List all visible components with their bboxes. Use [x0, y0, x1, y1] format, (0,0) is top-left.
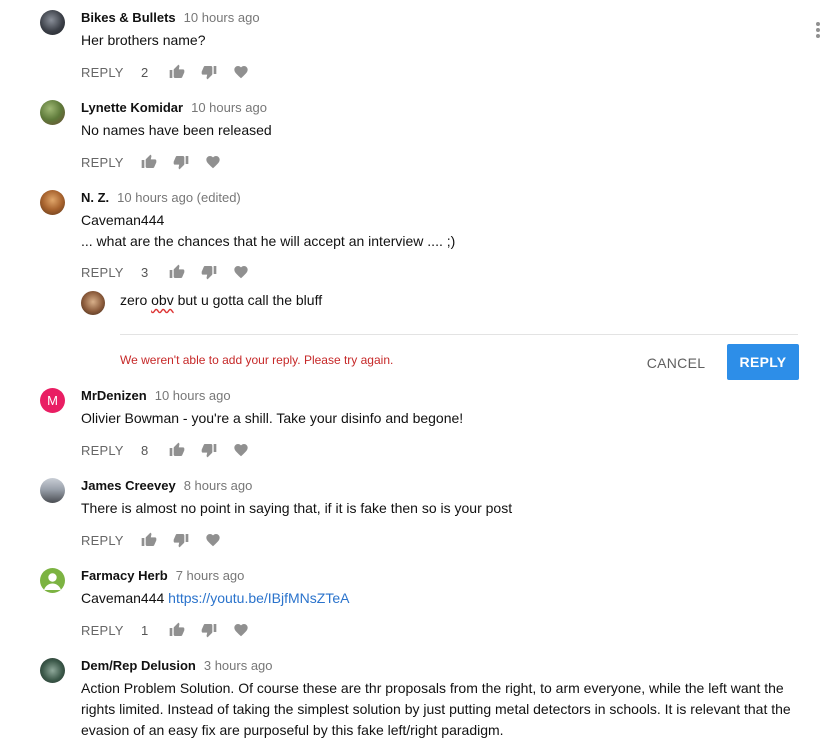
comment-link[interactable]: https://youtu.be/IBjfMNsZTeA: [168, 590, 349, 606]
comment-text: Action Problem Solution. Of course these…: [81, 680, 791, 738]
avatar[interactable]: [40, 190, 65, 215]
thumb-up-icon[interactable]: [141, 532, 173, 548]
comment: M MrDenizen 10 hours ago Olivier Bowman -…: [0, 388, 832, 463]
comment-time[interactable]: 3 hours ago: [204, 658, 273, 673]
comment-author[interactable]: Bikes & Bullets: [81, 10, 176, 25]
heart-icon[interactable]: [233, 64, 265, 80]
comment-time[interactable]: 10 hours ago: [155, 388, 231, 403]
comment-text-prefix: Caveman444: [81, 590, 169, 606]
comment-time[interactable]: 10 hours ago (edited): [117, 190, 241, 205]
heart-icon[interactable]: [205, 532, 237, 548]
heart-icon[interactable]: [233, 264, 265, 280]
like-count: 3: [141, 264, 149, 280]
comment: Lynette Komidar 10 hours ago No names hav…: [0, 100, 832, 175]
thumb-up-icon[interactable]: [141, 154, 173, 170]
thumb-down-icon[interactable]: [201, 442, 233, 458]
heart-icon[interactable]: [205, 154, 237, 170]
cancel-button[interactable]: CANCEL: [640, 347, 712, 379]
misspelled-word: obv: [151, 292, 174, 308]
thumb-down-icon[interactable]: [173, 532, 205, 548]
reply-button[interactable]: REPLY: [81, 623, 141, 638]
like-count: 1: [141, 622, 149, 638]
thumb-down-icon[interactable]: [173, 154, 205, 170]
reply-input[interactable]: zero obv but u gotta call the bluff: [120, 292, 322, 308]
avatar[interactable]: [40, 100, 65, 125]
comment-actions: REPLY 3: [81, 262, 265, 282]
thumb-up-icon[interactable]: [169, 442, 201, 458]
comment-text: No names have been released: [81, 122, 272, 138]
comment-text-line: ... what are the chances that he will ac…: [81, 233, 456, 249]
thumb-up-icon[interactable]: [169, 264, 201, 280]
reply-button[interactable]: REPLY: [81, 65, 141, 80]
comment-actions: REPLY: [81, 152, 237, 172]
comment: N. Z. 10 hours ago (edited) Caveman444 ..…: [0, 190, 832, 285]
heart-icon[interactable]: [233, 442, 265, 458]
reply-box: zero obv but u gotta call the bluff We w…: [0, 283, 832, 380]
avatar-letter: M: [47, 393, 58, 408]
thumb-down-icon[interactable]: [201, 622, 233, 638]
comment-time[interactable]: 8 hours ago: [184, 478, 253, 493]
comment-author[interactable]: MrDenizen: [81, 388, 147, 403]
avatar[interactable]: [40, 658, 65, 683]
avatar[interactable]: [40, 568, 65, 593]
comment-text-line: Caveman444: [81, 212, 165, 228]
comment: Bikes & Bullets 10 hours ago Her brothers…: [0, 10, 832, 85]
comment-author[interactable]: N. Z.: [81, 190, 109, 205]
comment-time[interactable]: 10 hours ago: [184, 10, 260, 25]
reply-input-text: but u gotta call the bluff: [173, 292, 323, 308]
thumb-up-icon[interactable]: [169, 622, 201, 638]
error-message: We weren't able to add your reply. Pleas…: [120, 353, 394, 367]
comment-author[interactable]: Dem/Rep Delusion: [81, 658, 196, 673]
comment: Farmacy Herb 7 hours ago Caveman444 https…: [0, 568, 832, 643]
comment-text: Caveman444 ... what are the chances that…: [81, 210, 791, 252]
avatar[interactable]: [40, 478, 65, 503]
comment-text: Her brothers name?: [81, 32, 206, 48]
like-count: 8: [141, 442, 149, 458]
reply-button[interactable]: REPLY: [81, 155, 141, 170]
divider: [120, 334, 798, 335]
heart-icon[interactable]: [233, 622, 265, 638]
submit-reply-button[interactable]: REPLY: [727, 344, 799, 380]
reply-input-text: zero: [120, 292, 152, 308]
thumb-down-icon[interactable]: [201, 264, 233, 280]
comment-actions: REPLY 2: [81, 62, 265, 82]
comment-author[interactable]: Lynette Komidar: [81, 100, 183, 115]
reply-button[interactable]: REPLY: [81, 533, 141, 548]
avatar: [81, 291, 105, 315]
comment-actions: REPLY 1: [81, 620, 265, 640]
comment: Dem/Rep Delusion 3 hours ago Action Probl…: [0, 658, 832, 749]
like-count: 2: [141, 64, 149, 80]
comment: James Creevey 8 hours ago There is almost…: [0, 478, 832, 553]
comment-text: Olivier Bowman - you're a shill. Take yo…: [81, 410, 464, 426]
comment-text: Caveman444 https://youtu.be/IBjfMNsZTeA: [81, 588, 791, 609]
comment-author[interactable]: Farmacy Herb: [81, 568, 168, 583]
comment-actions: REPLY 8: [81, 440, 265, 460]
reply-button[interactable]: REPLY: [81, 443, 141, 458]
comment-text: There is almost no point in saying that,…: [81, 500, 513, 516]
thumb-up-icon[interactable]: [169, 64, 201, 80]
comment-time[interactable]: 7 hours ago: [176, 568, 245, 583]
thumb-down-icon[interactable]: [201, 64, 233, 80]
comment-author[interactable]: James Creevey: [81, 478, 176, 493]
avatar[interactable]: [40, 10, 65, 35]
comment-time[interactable]: 10 hours ago: [191, 100, 267, 115]
comment-actions: REPLY: [81, 530, 237, 550]
default-avatar-icon: [44, 573, 61, 590]
avatar[interactable]: M: [40, 388, 65, 413]
reply-button[interactable]: REPLY: [81, 265, 141, 280]
